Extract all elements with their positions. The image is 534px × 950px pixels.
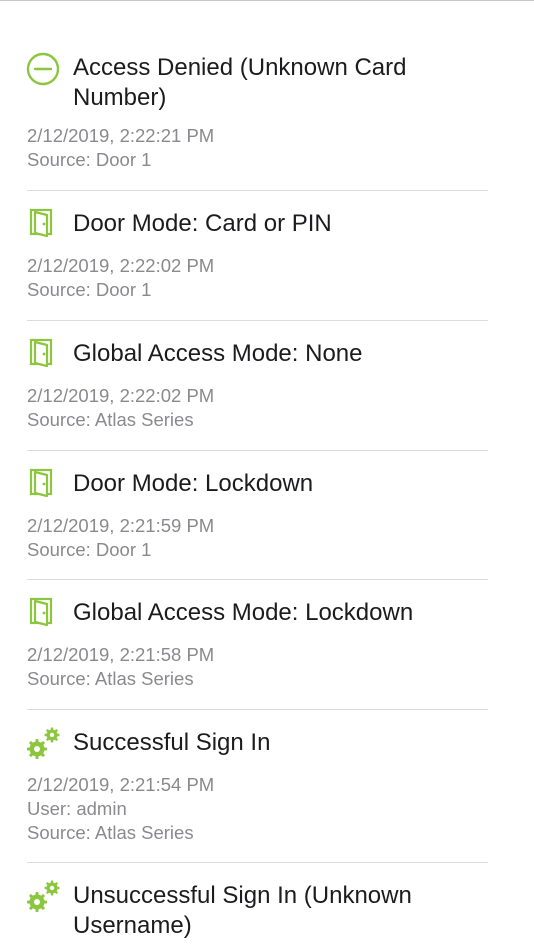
event-source: Source: Door 1 (27, 149, 152, 170)
event-title-line-1: Access Denied (Unknown Card (73, 54, 407, 81)
gears-icon (27, 727, 60, 759)
door-icon (29, 597, 53, 627)
event-title: Successful Sign In (73, 729, 271, 756)
separator (27, 190, 488, 191)
door-icon (29, 338, 53, 368)
event-timestamp: 2/12/2019, 2:22:21 PM (27, 125, 215, 146)
event-title-line-1: Unsuccessful Sign In (Unknown (73, 882, 412, 909)
event-user: User: admin (27, 798, 127, 819)
door-icon (29, 208, 53, 238)
separator (27, 450, 488, 451)
access-denied-icon (26, 52, 60, 86)
event-title: Global Access Mode: Lockdown (73, 599, 414, 626)
event-source: Source: Door 1 (27, 539, 152, 560)
separator (27, 579, 488, 580)
event-title-line-2: Username) (73, 912, 192, 939)
gears-icon (27, 880, 60, 912)
event-source: Source: Atlas Series (27, 409, 194, 430)
separator (27, 862, 488, 863)
event-timestamp: 2/12/2019, 2:22:02 PM (27, 255, 215, 276)
event-title-line-2: Number) (73, 84, 167, 111)
event-source: Source: Atlas Series (27, 668, 194, 689)
event-timestamp: 2/12/2019, 2:22:02 PM (27, 385, 215, 406)
event-title: Unsuccessful Sign In (Unknown Username) (73, 881, 493, 941)
event-timestamp: 2/12/2019, 2:21:58 PM (27, 644, 215, 665)
door-icon (29, 468, 53, 498)
event-timestamp: 2/12/2019, 2:21:54 PM (27, 774, 215, 795)
event-title: Global Access Mode: None (73, 340, 363, 367)
event-timestamp: 2/12/2019, 2:21:59 PM (27, 515, 215, 536)
event-title: Access Denied (Unknown Card Number) (73, 53, 493, 113)
event-title: Door Mode: Card or PIN (73, 210, 332, 237)
top-border (0, 0, 534, 1)
separator (27, 709, 488, 710)
event-title: Door Mode: Lockdown (73, 470, 314, 497)
event-source: Source: Atlas Series (27, 822, 194, 843)
separator (27, 320, 488, 321)
event-source: Source: Door 1 (27, 279, 152, 300)
